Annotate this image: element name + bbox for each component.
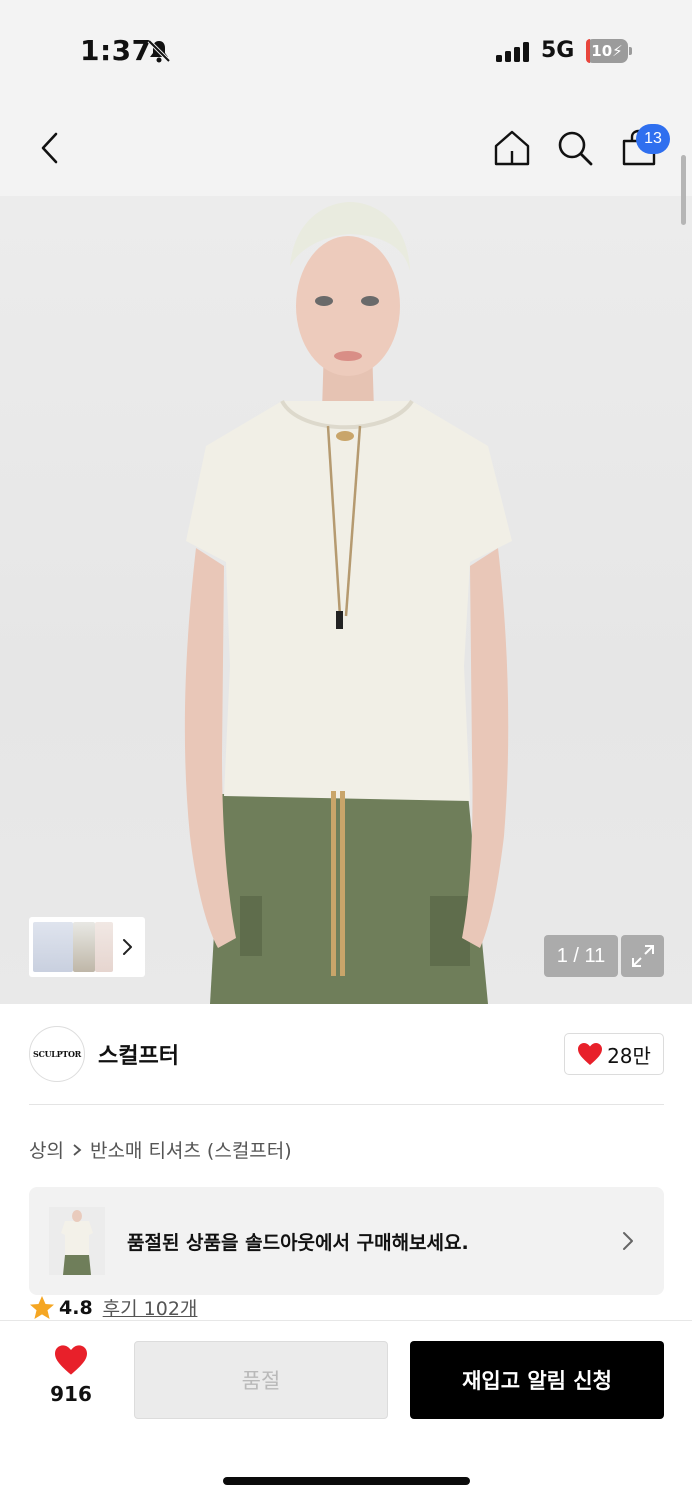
- breadcrumb: 상의 반소매 티셔츠 (스컬프터): [29, 1136, 292, 1163]
- home-icon: [494, 130, 530, 166]
- brand-name[interactable]: 스컬프터: [98, 1038, 179, 1070]
- restock-alert-button[interactable]: 재입고 알림 신청: [410, 1341, 664, 1419]
- banner-thumbnail: [49, 1207, 105, 1275]
- cart-count-badge: 13: [636, 124, 670, 154]
- search-icon: [558, 131, 593, 166]
- product-photo: [184, 202, 512, 1004]
- battery-level: 10: [591, 42, 613, 60]
- soldout-market-banner[interactable]: 품절된 상품을 솔드아웃에서 구매해보세요.: [29, 1187, 664, 1295]
- wishlist-button[interactable]: 916: [46, 1344, 96, 1406]
- review-count-link[interactable]: 후기 102개: [103, 1294, 198, 1321]
- image-counter: 1 / 11: [544, 935, 618, 977]
- star-icon: [30, 1295, 54, 1319]
- brand-like-count: 28만: [607, 1043, 651, 1068]
- rating-score: 4.8: [59, 1296, 93, 1319]
- heart-icon: [578, 1043, 603, 1065]
- thumbnail-image: [95, 922, 113, 972]
- breadcrumb-subcategory[interactable]: 반소매 티셔츠 (스컬프터): [90, 1136, 292, 1163]
- chevron-right-icon: [123, 939, 132, 955]
- breadcrumb-category[interactable]: 상의: [29, 1136, 64, 1163]
- thumbnail-image: [33, 922, 73, 972]
- brand-like-button[interactable]: 28만: [564, 1033, 664, 1075]
- brand-logo-text: SCULPTOR: [33, 1049, 81, 1059]
- expand-button[interactable]: [621, 935, 664, 977]
- heart-icon: [55, 1345, 87, 1375]
- top-nav-bar: [0, 100, 692, 196]
- thumbnail-image: [73, 922, 95, 972]
- status-bar: 1:37 5G 10⚡: [0, 0, 692, 100]
- brand-logo[interactable]: SCULPTOR: [29, 1026, 85, 1082]
- scrollbar[interactable]: [681, 155, 686, 225]
- status-time: 1:37: [80, 34, 152, 67]
- soldout-button: 품절: [134, 1341, 388, 1419]
- thumbnail-strip-button[interactable]: [29, 917, 145, 977]
- back-button[interactable]: [30, 128, 70, 168]
- battery-icon: 10⚡: [586, 39, 632, 63]
- banner-text: 품절된 상품을 솔드아웃에서 구매해보세요.: [127, 1232, 469, 1254]
- home-button[interactable]: [492, 128, 532, 168]
- expand-icon: [631, 945, 654, 967]
- signal-icon: [496, 42, 530, 66]
- network-type: 5G: [541, 38, 575, 63]
- rating-summary: 4.8 후기 102개: [29, 1294, 197, 1321]
- home-indicator[interactable]: [223, 1477, 470, 1485]
- product-image[interactable]: [0, 196, 692, 1004]
- divider: [29, 1104, 664, 1105]
- chevron-right-icon: [73, 1143, 82, 1156]
- bell-muted-icon: [146, 38, 172, 68]
- wishlist-count: 916: [50, 1382, 92, 1406]
- search-button[interactable]: [555, 128, 595, 168]
- chevron-left-icon: [41, 132, 58, 164]
- chevron-right-icon: [623, 1232, 633, 1250]
